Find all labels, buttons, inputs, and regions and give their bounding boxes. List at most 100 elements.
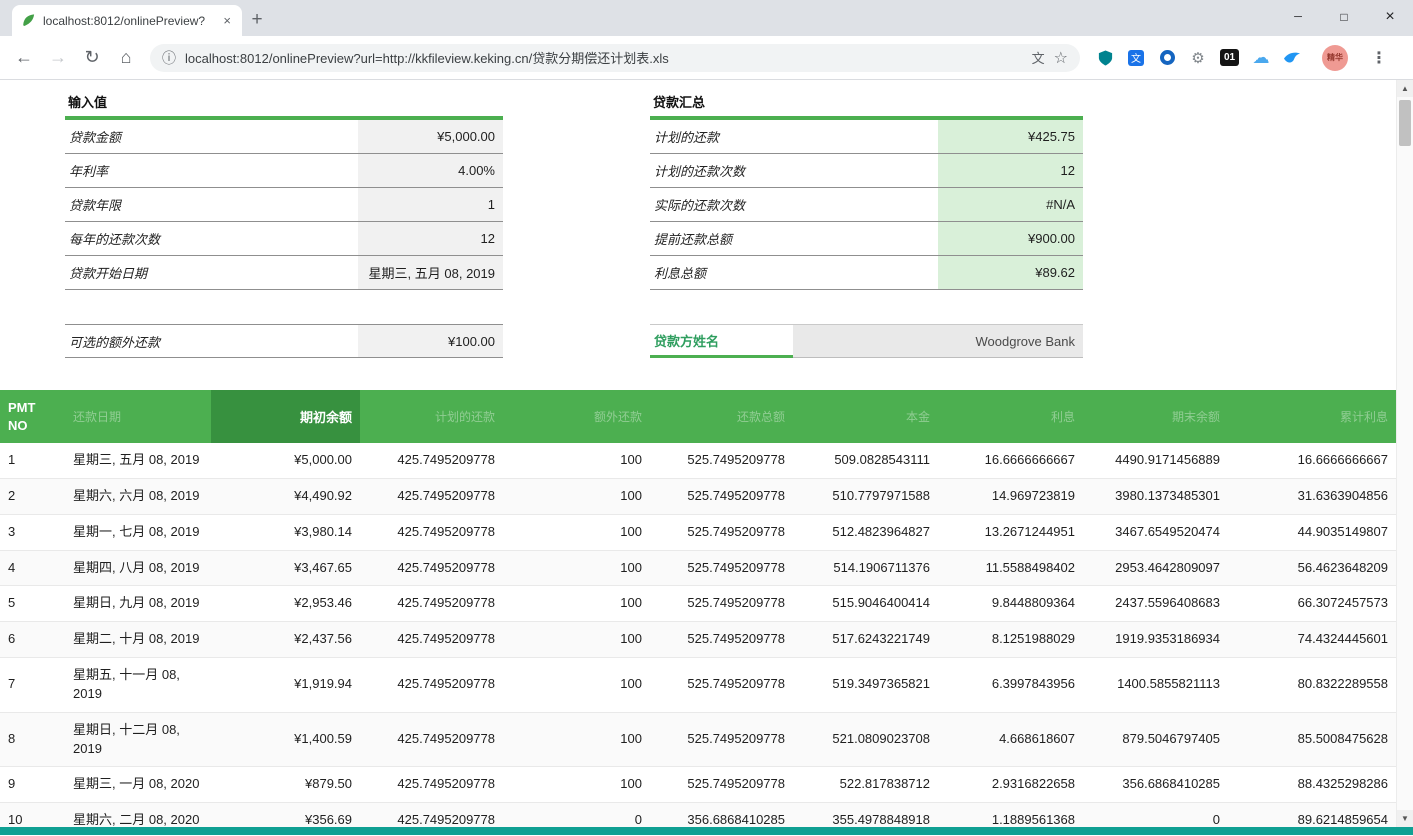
- cell: 425.7495209778: [360, 550, 503, 586]
- summary-row: 提前还款总额¥900.00: [650, 222, 1083, 256]
- badge-extension-icon[interactable]: 01: [1220, 49, 1239, 66]
- row-label: 计划的还款: [650, 120, 938, 153]
- bookmark-star-icon[interactable]: ☆: [1054, 48, 1068, 68]
- circle-extension-icon[interactable]: [1158, 49, 1176, 67]
- cell: 16.6666666667: [938, 443, 1083, 478]
- column-header: 额外还款: [503, 390, 650, 443]
- column-header: 累计利息: [1228, 390, 1396, 443]
- cell: 100: [503, 550, 650, 586]
- cell: ¥2,437.56: [211, 622, 360, 658]
- cell: 425.7495209778: [360, 622, 503, 658]
- row-value: #N/A: [938, 188, 1083, 221]
- shield-extension-icon[interactable]: [1096, 49, 1114, 67]
- cell: 525.7495209778: [650, 586, 793, 622]
- cell: 星期五, 十一月 08, 2019: [65, 658, 211, 713]
- cell: 2.9316822658: [938, 767, 1083, 803]
- row-label: 年利率: [65, 154, 358, 187]
- home-icon[interactable]: ⌂: [110, 42, 142, 74]
- cell: 星期二, 十月 08, 2019: [65, 622, 211, 658]
- column-header: PMT NO: [0, 390, 65, 443]
- column-header: 本金: [793, 390, 938, 443]
- input-rows: 贷款金额¥5,000.00年利率4.00%贷款年限1每年的还款次数12贷款开始日…: [65, 120, 503, 290]
- table-header-row: PMT NO还款日期期初余额计划的还款额外还款还款总额本金利息期末余额累计利息: [0, 390, 1396, 443]
- table-row: 2星期六, 六月 08, 2019¥4,490.92425.7495209778…: [0, 478, 1396, 514]
- table-row: 1星期三, 五月 08, 2019¥5,000.00425.7495209778…: [0, 443, 1396, 478]
- tab-close-icon[interactable]: ×: [221, 13, 233, 28]
- cell: 425.7495209778: [360, 443, 503, 478]
- cell: 525.7495209778: [650, 658, 793, 713]
- input-row: 每年的还款次数12: [65, 222, 503, 256]
- spacer-row: [650, 290, 1083, 324]
- bird-extension-icon[interactable]: [1283, 49, 1301, 67]
- site-info-icon[interactable]: ⓘ: [162, 48, 176, 68]
- cell: 879.5046797405: [1083, 712, 1228, 767]
- address-bar[interactable]: ⓘ localhost:8012/onlinePreview?url=http:…: [150, 44, 1080, 72]
- translate-extension-icon[interactable]: 文: [1127, 49, 1145, 67]
- cell: 100: [503, 443, 650, 478]
- cell: 100: [503, 767, 650, 803]
- cell: 521.0809023708: [793, 712, 938, 767]
- cell: 8.1251988029: [938, 622, 1083, 658]
- row-value: ¥425.75: [938, 120, 1083, 153]
- cell: 8: [0, 712, 65, 767]
- cell: 3: [0, 514, 65, 550]
- lender-value: Woodgrove Bank: [793, 325, 1083, 358]
- cell: 425.7495209778: [360, 586, 503, 622]
- input-panel-title: 输入值: [65, 84, 503, 120]
- spacer-row: [65, 290, 503, 324]
- cell: 74.4324445601: [1228, 622, 1396, 658]
- reload-icon[interactable]: ↻: [76, 42, 108, 74]
- cell: 85.5008475628: [1228, 712, 1396, 767]
- window-close-button[interactable]: ×: [1367, 0, 1413, 33]
- back-icon[interactable]: ←: [8, 42, 40, 74]
- cell: ¥5,000.00: [211, 443, 360, 478]
- gear-extension-icon[interactable]: ⚙: [1189, 49, 1207, 67]
- bottom-accent-bar: [0, 827, 1413, 835]
- cell: 14.969723819: [938, 478, 1083, 514]
- url-text[interactable]: localhost:8012/onlinePreview?url=http://…: [185, 48, 1023, 67]
- cell: 525.7495209778: [650, 514, 793, 550]
- cell: 1400.5855821113: [1083, 658, 1228, 713]
- cell: 6: [0, 622, 65, 658]
- summary-panel-title: 贷款汇总: [650, 84, 1083, 120]
- cell: 5: [0, 586, 65, 622]
- cell: 3980.1373485301: [1083, 478, 1228, 514]
- window-minimize-button[interactable]: ─: [1275, 0, 1321, 33]
- leaf-favicon-icon: [21, 13, 36, 28]
- cell: 星期三, 五月 08, 2019: [65, 443, 211, 478]
- new-tab-button[interactable]: +: [242, 5, 272, 35]
- cell: 514.1906711376: [793, 550, 938, 586]
- profile-avatar[interactable]: 精华: [1322, 45, 1348, 71]
- translate-icon[interactable]: 文: [1032, 48, 1045, 67]
- row-label: 实际的还款次数: [650, 188, 938, 221]
- cell: 517.6243221749: [793, 622, 938, 658]
- window-maximize-button[interactable]: □: [1321, 0, 1367, 33]
- cell: 100: [503, 586, 650, 622]
- cell: 11.5588498402: [938, 550, 1083, 586]
- input-row: 贷款金额¥5,000.00: [65, 120, 503, 154]
- summary-row: 计划的还款¥425.75: [650, 120, 1083, 154]
- row-label: 每年的还款次数: [65, 222, 358, 255]
- summary-rows: 计划的还款¥425.75计划的还款次数12实际的还款次数#N/A提前还款总额¥9…: [650, 120, 1083, 290]
- cell: 425.7495209778: [360, 803, 503, 827]
- table-row: 6星期二, 十月 08, 2019¥2,437.56425.7495209778…: [0, 622, 1396, 658]
- row-value: 12: [938, 154, 1083, 187]
- scroll-down-icon[interactable]: ▼: [1397, 810, 1413, 827]
- cell: 9: [0, 767, 65, 803]
- scroll-up-icon[interactable]: ▲: [1397, 80, 1413, 97]
- cell: 356.6868410285: [1083, 767, 1228, 803]
- forward-icon[interactable]: →: [42, 42, 74, 74]
- browser-menu-icon[interactable]: ⋮: [1361, 48, 1397, 68]
- extra-payment-row: 可选的额外还款 ¥100.00: [65, 324, 503, 358]
- scrollbar-thumb[interactable]: [1399, 100, 1411, 146]
- cloud-extension-icon[interactable]: ☁: [1252, 49, 1270, 67]
- input-row: 贷款开始日期星期三, 五月 08, 2019: [65, 256, 503, 290]
- cell: ¥1,919.94: [211, 658, 360, 713]
- cell: 66.3072457573: [1228, 586, 1396, 622]
- browser-tab[interactable]: localhost:8012/onlinePreview? ×: [12, 5, 242, 36]
- browser-toolbar: ← → ↻ ⌂ ⓘ localhost:8012/onlinePreview?u…: [0, 36, 1413, 80]
- cell: 0: [1083, 803, 1228, 827]
- cell: 0: [503, 803, 650, 827]
- tab-title: localhost:8012/onlinePreview?: [43, 14, 214, 28]
- cell: 4.668618607: [938, 712, 1083, 767]
